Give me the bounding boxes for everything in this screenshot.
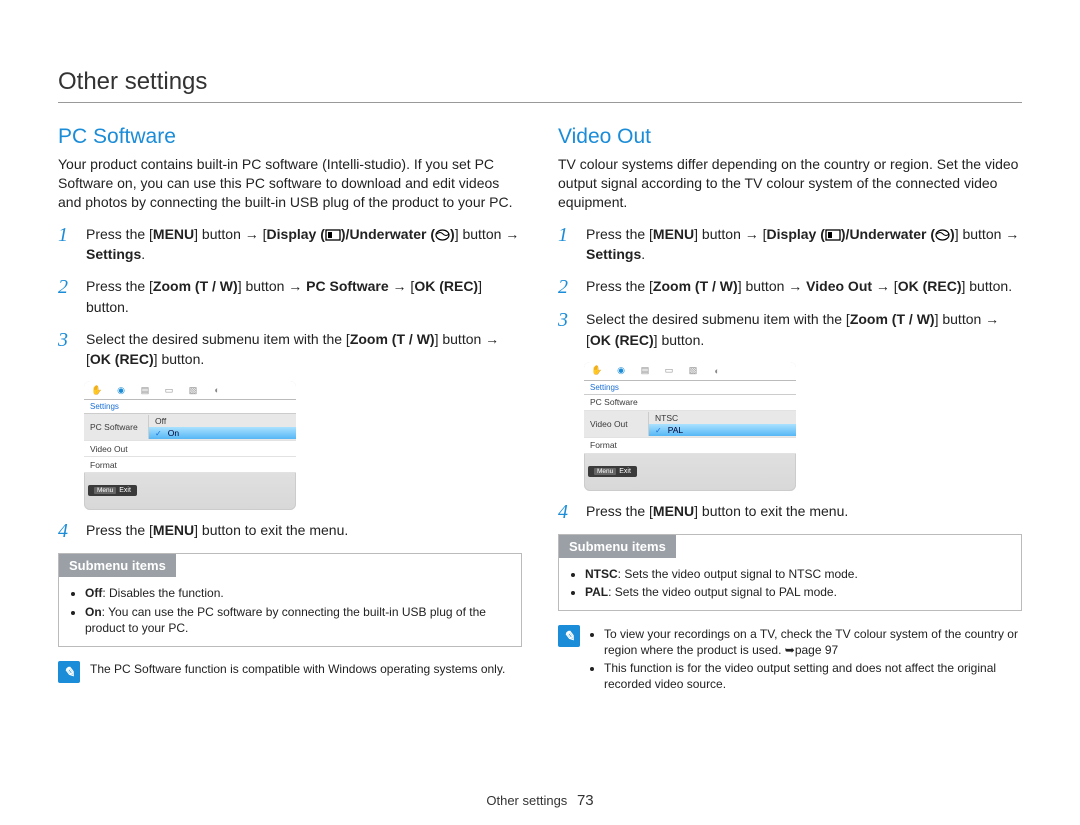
step-body: Select the desired submenu item with the… <box>86 329 522 370</box>
hand-icon: ✋ <box>590 365 604 377</box>
menu-footer: MenuExit <box>88 485 137 496</box>
submenu-list: NTSC: Sets the video output signal to NT… <box>585 566 1007 600</box>
submenu-header: Submenu items <box>59 554 176 577</box>
pc-software-steps: 1 Press the [MENU] button → [Display ()/… <box>58 224 522 370</box>
menu-footer: MenuExit <box>588 466 637 477</box>
submenu-item: Off: Disables the function. <box>85 585 507 601</box>
col-pc-software: PC Software Your product contains built-… <box>58 115 522 693</box>
step-number: 4 <box>58 520 72 541</box>
picture-icon: ▧ <box>686 365 700 377</box>
step: 4 Press the [MENU] button to exit the me… <box>558 501 1022 522</box>
note-item: To view your recordings on a TV, check t… <box>604 626 1022 658</box>
submenu-item: PAL: Sets the video output signal to PAL… <box>585 584 1007 600</box>
film-icon: ▤ <box>638 365 652 377</box>
menu-row: Format <box>84 457 296 473</box>
step-body: Press the [MENU] button → [Display ()/Un… <box>86 224 522 265</box>
underwater-icon <box>435 228 450 241</box>
section-title-video-out: Video Out <box>558 125 1022 149</box>
footer-label: Other settings <box>486 793 567 808</box>
pc-software-steps-cont: 4 Press the [MENU] button to exit the me… <box>58 520 522 541</box>
picture-icon: ▧ <box>186 384 200 396</box>
step-body: Press the [Zoom (T / W)] button → Video … <box>586 276 1022 296</box>
page-title: Other settings <box>58 68 1022 96</box>
submenu-item: NTSC: Sets the video output signal to NT… <box>585 566 1007 582</box>
menu-row: PC Software Off On <box>84 414 296 441</box>
step-number: 2 <box>58 276 72 297</box>
display-icon: ▭ <box>162 384 176 396</box>
info-icon: ✎ <box>558 625 580 647</box>
submenu-item: On: You can use the PC software by conne… <box>85 604 507 636</box>
video-out-steps-cont: 4 Press the [MENU] button to exit the me… <box>558 501 1022 522</box>
menu-row: PC Software <box>584 395 796 411</box>
underwater-icon: ◐ <box>710 365 724 377</box>
page-number: 73 <box>577 792 594 809</box>
info-icon: ✎ <box>58 661 80 683</box>
menu-row: Video Out NTSC PAL <box>584 411 796 438</box>
submenu-items-box: Submenu items NTSC: Sets the video outpu… <box>558 534 1022 611</box>
pc-software-intro: Your product contains built-in PC softwa… <box>58 155 522 212</box>
menu-tabbar: ✋ ◉ ▤ ▭ ▧ ◐ <box>84 381 296 400</box>
step: 3 Select the desired submenu item with t… <box>58 329 522 370</box>
menu-option: Off <box>148 415 296 427</box>
col-video-out: Video Out TV colour systems differ depen… <box>558 115 1022 693</box>
video-out-steps: 1 Press the [MENU] button → [Display ()/… <box>558 224 1022 350</box>
title-divider <box>58 102 1022 103</box>
menu-screenshot-pc-software: ✋ ◉ ▤ ▭ ▧ ◐ Settings PC Software Off On … <box>84 381 296 510</box>
note: ✎ To view your recordings on a TV, check… <box>558 625 1022 693</box>
note-text: The PC Software function is compatible w… <box>90 661 505 683</box>
underwater-icon <box>935 228 950 241</box>
hand-icon: ✋ <box>90 384 104 396</box>
display-icon: ▭ <box>662 365 676 377</box>
menu-row: Video Out <box>84 441 296 457</box>
step-number: 3 <box>558 309 572 330</box>
note-item: This function is for the video output se… <box>604 660 1022 692</box>
submenu-list: Off: Disables the function. On: You can … <box>85 585 507 636</box>
menu-breadcrumb: Settings <box>584 381 796 395</box>
note-list: To view your recordings on a TV, check t… <box>604 625 1022 693</box>
step-body: Select the desired submenu item with the… <box>586 309 1022 350</box>
menu-row: Format <box>584 438 796 454</box>
menu-breadcrumb: Settings <box>84 400 296 414</box>
step: 1 Press the [MENU] button → [Display ()/… <box>558 224 1022 265</box>
menu-option-selected: PAL <box>648 424 796 436</box>
step: 1 Press the [MENU] button → [Display ()/… <box>58 224 522 265</box>
step: 3 Select the desired submenu item with t… <box>558 309 1022 350</box>
step-body: Press the [MENU] button to exit the menu… <box>586 501 1022 521</box>
film-icon: ▤ <box>138 384 152 396</box>
submenu-header: Submenu items <box>559 535 676 558</box>
menu-tabbar: ✋ ◉ ▤ ▭ ▧ ◐ <box>584 362 796 381</box>
step-number: 3 <box>58 329 72 350</box>
step: 2 Press the [Zoom (T / W)] button → Vide… <box>558 276 1022 297</box>
step: 4 Press the [MENU] button to exit the me… <box>58 520 522 541</box>
step-body: Press the [MENU] button → [Display ()/Un… <box>586 224 1022 265</box>
step-number: 1 <box>58 224 72 245</box>
step-body: Press the [Zoom (T / W)] button → PC Sof… <box>86 276 522 317</box>
menu-option: NTSC <box>648 412 796 424</box>
menu-option-selected: On <box>148 427 296 439</box>
menu-screenshot-video-out: ✋ ◉ ▤ ▭ ▧ ◐ Settings PC Software Video O… <box>584 362 796 491</box>
note: ✎ The PC Software function is compatible… <box>58 661 522 683</box>
step-number: 2 <box>558 276 572 297</box>
page-footer: Other settings 73 <box>0 792 1080 809</box>
globe-icon: ◉ <box>614 365 628 377</box>
step-body: Press the [MENU] button to exit the menu… <box>86 520 522 540</box>
underwater-icon: ◐ <box>210 384 224 396</box>
globe-icon: ◉ <box>114 384 128 396</box>
step-number: 4 <box>558 501 572 522</box>
display-icon <box>325 229 341 241</box>
display-icon <box>825 229 841 241</box>
submenu-items-box: Submenu items Off: Disables the function… <box>58 553 522 647</box>
step-number: 1 <box>558 224 572 245</box>
section-title-pc-software: PC Software <box>58 125 522 149</box>
video-out-intro: TV colour systems differ depending on th… <box>558 155 1022 212</box>
step: 2 Press the [Zoom (T / W)] button → PC S… <box>58 276 522 317</box>
